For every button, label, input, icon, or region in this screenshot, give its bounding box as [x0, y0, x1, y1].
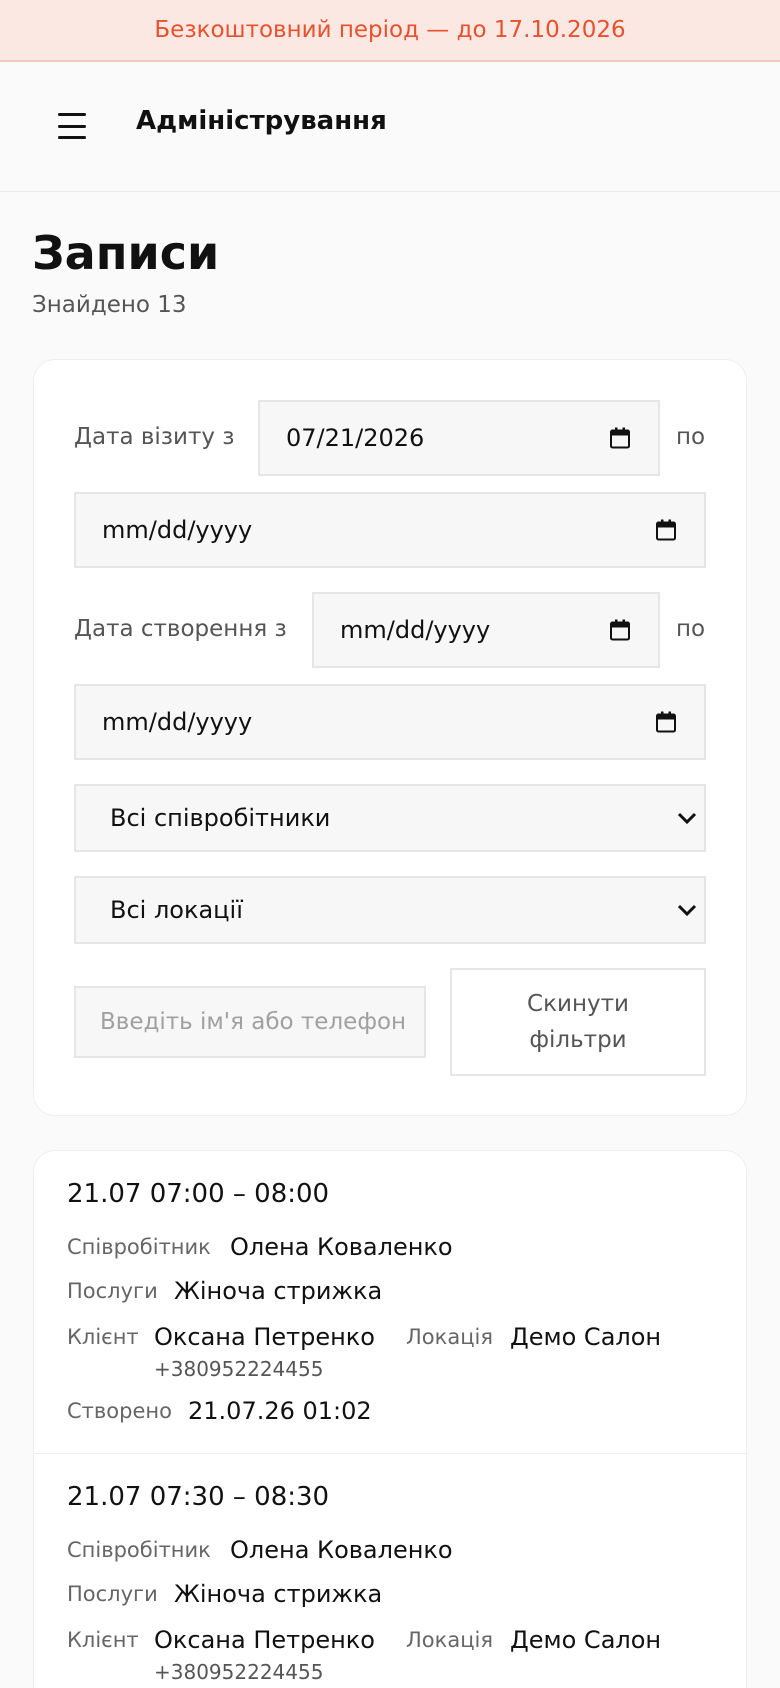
client-label: Клієнт — [67, 1325, 139, 1349]
created-date-to-value: mm/dd/yyyy — [102, 708, 253, 736]
booking-time: 21.07 07:30 – 08:30 — [67, 1482, 330, 1512]
calendar-icon[interactable] — [656, 519, 676, 541]
calendar-icon[interactable] — [656, 711, 676, 733]
location-label: Локація — [406, 1628, 493, 1652]
created-date-to-input[interactable]: mm/dd/yyyy — [74, 684, 706, 760]
reset-filters-button[interactable]: Скинути фільтри — [450, 968, 706, 1076]
visit-date-to-label: по — [676, 424, 706, 450]
booking-item[interactable]: 21.07 07:30 – 08:30 Співробітник Олена К… — [34, 1453, 748, 1688]
calendar-icon[interactable] — [610, 619, 630, 641]
location-value: Демо Салон — [510, 1323, 662, 1351]
location-label: Локація — [406, 1325, 493, 1349]
visit-date-to-input[interactable]: mm/dd/yyyy — [74, 492, 706, 568]
service-value: Жіноча стрижка — [174, 1580, 383, 1608]
services-label: Послуги — [67, 1582, 158, 1606]
chevron-down-icon — [677, 812, 697, 825]
location-value: Демо Салон — [510, 1626, 662, 1654]
staff-label: Співробітник — [67, 1538, 211, 1562]
created-label: Створено — [67, 1399, 172, 1423]
hamburger-icon[interactable] — [50, 106, 94, 146]
visit-date-from-value: 07/21/2026 — [286, 424, 425, 452]
page-title: Записи — [32, 226, 220, 280]
calendar-icon[interactable] — [610, 427, 630, 449]
staff-label: Співробітник — [67, 1235, 211, 1259]
created-value: 21.07.26 01:02 — [188, 1397, 372, 1425]
client-name: Оксана Петренко — [154, 1626, 375, 1654]
staff-value: Олена Коваленко — [230, 1233, 453, 1261]
booking-time: 21.07 07:00 – 08:00 — [67, 1179, 330, 1209]
created-date-from-label: Дата створення з — [74, 616, 287, 642]
search-input[interactable] — [74, 986, 426, 1058]
service-value: Жіноча стрижка — [174, 1277, 383, 1305]
client-phone: +380952224455 — [154, 1660, 324, 1684]
staff-select-value: Всі співробітники — [110, 804, 331, 832]
client-phone: +380952224455 — [154, 1357, 324, 1381]
staff-value: Олена Коваленко — [230, 1536, 453, 1564]
top-bar: Адміністрування — [0, 62, 780, 192]
staff-select[interactable]: Всі співробітники — [74, 784, 706, 852]
bookings-list: 21.07 07:00 – 08:00 Співробітник Олена К… — [33, 1150, 748, 1688]
booking-item[interactable]: 21.07 07:00 – 08:00 Співробітник Олена К… — [34, 1151, 748, 1453]
admin-title: Адміністрування — [136, 106, 387, 136]
visit-date-from-input[interactable]: 07/21/2026 — [258, 400, 660, 476]
client-name: Оксана Петренко — [154, 1323, 375, 1351]
trial-banner: Безкоштовний період — до 17.10.2026 — [0, 0, 780, 62]
client-label: Клієнт — [67, 1628, 139, 1652]
chevron-down-icon — [677, 904, 697, 917]
created-date-from-value: mm/dd/yyyy — [340, 616, 491, 644]
visit-date-to-value: mm/dd/yyyy — [102, 516, 253, 544]
trial-banner-text: Безкоштовний період — до 17.10.2026 — [154, 17, 626, 43]
services-label: Послуги — [67, 1279, 158, 1303]
created-date-from-input[interactable]: mm/dd/yyyy — [312, 592, 660, 668]
location-select-value: Всі локації — [110, 896, 243, 924]
created-date-to-label: по — [676, 616, 706, 642]
found-count: Знайдено 13 — [32, 292, 187, 318]
location-select[interactable]: Всі локації — [74, 876, 706, 944]
visit-date-from-label: Дата візиту з — [74, 424, 235, 450]
